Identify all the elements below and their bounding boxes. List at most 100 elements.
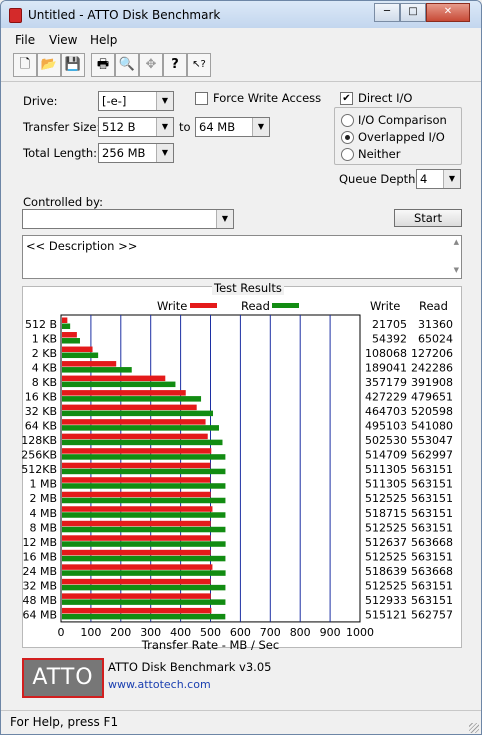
write-bar <box>62 419 206 425</box>
category-label: 12 MB <box>22 536 57 549</box>
write-bar <box>62 549 211 556</box>
category-label: 32 MB <box>22 579 57 592</box>
read-value: 541080 <box>411 420 453 433</box>
read-value: 563151 <box>411 463 453 476</box>
category-label: 16 MB <box>22 550 57 563</box>
x-tick-label: 100 <box>80 626 101 639</box>
read-bar <box>62 367 132 373</box>
write-bar <box>62 607 212 614</box>
write-value: 357179 <box>365 376 407 389</box>
status-bar: For Help, press F1 <box>1 710 481 734</box>
status-text: For Help, press F1 <box>10 715 119 729</box>
write-value: 512525 <box>365 521 407 534</box>
category-label: 64 MB <box>22 608 57 621</box>
write-value: 514709 <box>365 449 407 462</box>
write-value: 512525 <box>365 550 407 563</box>
read-value: 562997 <box>411 449 453 462</box>
write-bar <box>62 346 93 353</box>
write-value: 512525 <box>365 579 407 592</box>
read-bar <box>62 381 176 388</box>
read-value: 31360 <box>418 318 453 331</box>
write-bar <box>62 390 186 396</box>
category-label: 1 MB <box>29 478 57 491</box>
read-bar <box>62 483 226 489</box>
read-bar <box>62 396 202 402</box>
write-bar <box>62 506 213 512</box>
read-bar <box>62 454 226 460</box>
write-bar <box>62 593 211 599</box>
read-bar <box>62 584 226 591</box>
write-value: 512933 <box>365 594 407 607</box>
category-label: 256KB <box>21 449 57 462</box>
write-bar <box>62 404 197 411</box>
write-value: 502530 <box>365 434 407 447</box>
write-bar <box>62 564 213 570</box>
write-value: 54392 <box>372 333 407 346</box>
read-value: 562757 <box>411 608 453 621</box>
category-label: 8 MB <box>29 521 57 534</box>
write-value: 515121 <box>365 608 407 621</box>
read-bar <box>62 497 226 504</box>
read-value: 563668 <box>411 536 453 549</box>
read-bar <box>62 555 226 562</box>
product-name: ATTO Disk Benchmark v3.05 <box>108 660 272 674</box>
read-bar <box>62 323 71 329</box>
atto-logo: ATTO <box>22 658 104 698</box>
write-bar <box>62 332 77 338</box>
read-value: 553047 <box>411 434 453 447</box>
read-value: 563151 <box>411 579 453 592</box>
read-value: 563151 <box>411 492 453 505</box>
read-value: 563668 <box>411 565 453 578</box>
write-bar <box>62 477 211 483</box>
category-label: 4 MB <box>29 507 57 520</box>
write-value: 464703 <box>365 405 407 418</box>
read-bar <box>62 613 226 620</box>
write-value: 511305 <box>365 463 407 476</box>
read-value: 563151 <box>411 594 453 607</box>
resize-grip[interactable] <box>469 723 479 733</box>
write-value: 512525 <box>365 492 407 505</box>
read-bar <box>62 468 226 475</box>
category-label: 8 KB <box>32 376 57 389</box>
category-label: 2 KB <box>32 347 57 360</box>
x-axis-label: Transfer Rate - MB / Sec <box>141 638 279 651</box>
read-bar <box>62 425 219 431</box>
write-bar <box>62 448 212 454</box>
write-value: 108068 <box>365 347 407 360</box>
write-value: 512637 <box>365 536 407 549</box>
write-value: 427229 <box>365 391 407 404</box>
read-bar <box>62 512 226 518</box>
read-value: 242286 <box>411 362 453 375</box>
write-bar <box>62 375 166 382</box>
footer-panel: ATTO ATTO Disk Benchmark v3.05 www.attot… <box>13 656 469 702</box>
write-bar <box>62 317 68 323</box>
category-label: 24 MB <box>22 565 57 578</box>
read-bar <box>62 599 226 605</box>
read-bar <box>62 410 214 417</box>
category-label: 16 KB <box>25 391 57 404</box>
read-value: 563151 <box>411 507 453 520</box>
website-link[interactable]: www.attotech.com <box>108 678 211 691</box>
category-label: 1 KB <box>32 333 57 346</box>
write-value: 518715 <box>365 507 407 520</box>
write-bar <box>62 535 211 541</box>
category-label: 512 B <box>25 318 57 331</box>
read-value: 479651 <box>411 391 453 404</box>
write-bar <box>62 578 211 585</box>
write-value: 21705 <box>372 318 407 331</box>
read-value: 127206 <box>411 347 453 360</box>
category-label: 48 MB <box>22 594 57 607</box>
read-value: 563151 <box>411 550 453 563</box>
category-label: 2 MB <box>29 492 57 505</box>
write-bar <box>62 462 211 469</box>
x-tick-label: 0 <box>58 626 65 639</box>
results-chart: 0 100 200 300 400 500 600 700 800 900 1000Transfer… <box>21 314 453 651</box>
write-bar <box>62 520 211 527</box>
read-value: 520598 <box>411 405 453 418</box>
app-window: Untitled - ATTO Disk Benchmark ─ □ ✕ Fil… <box>0 0 482 735</box>
x-tick-label: 800 <box>290 626 311 639</box>
write-bar <box>62 433 208 440</box>
write-value: 518639 <box>365 565 407 578</box>
read-value: 65024 <box>418 333 453 346</box>
x-tick-label: 900 <box>320 626 341 639</box>
